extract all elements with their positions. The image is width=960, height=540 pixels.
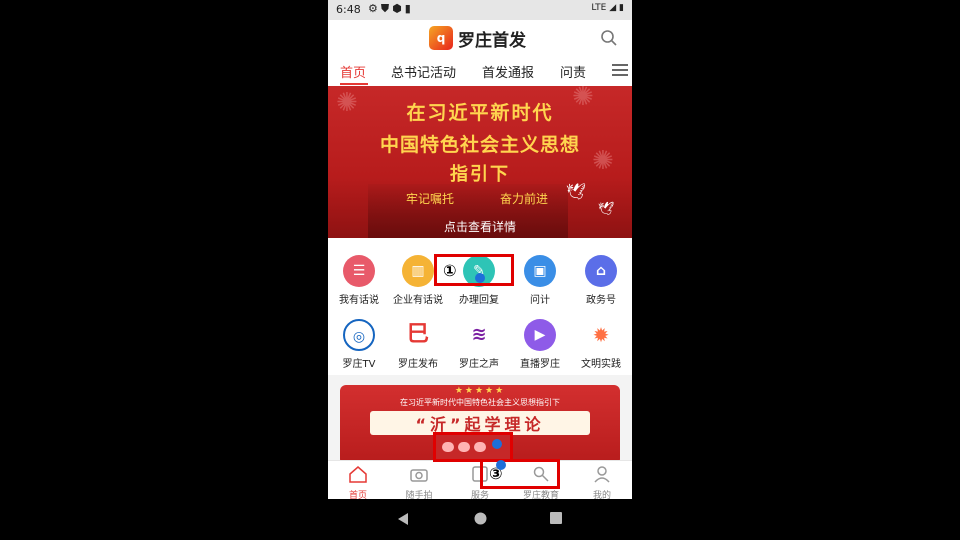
grid-item-government[interactable]: ⌂ 政务号 (571, 255, 631, 306)
grid-item-voice[interactable]: ≋ 罗庄之声 (449, 319, 509, 370)
card-stars: ★★★★★ (454, 386, 506, 396)
app-title: 罗庄首发 (458, 31, 526, 51)
nav-home[interactable]: 首页 (333, 465, 383, 501)
battery-icon: ▮ (619, 3, 624, 13)
tab-first-report[interactable]: 首发通报 (482, 62, 534, 81)
grid-item-civilization[interactable]: ✹ 文明实践 (571, 319, 631, 370)
banner-line-1: 在习近平新时代 (406, 102, 554, 124)
status-notification-icons: ⚙⛊⬢▮ (368, 2, 414, 15)
grid-label: 办理回复 (459, 295, 499, 306)
recents-icon[interactable] (550, 512, 562, 524)
grid-label: 罗庄发布 (398, 359, 438, 370)
tv-logo-icon: ◎ (343, 319, 375, 351)
home-icon (349, 466, 367, 483)
tab-home[interactable]: 首页 (340, 62, 366, 81)
dove-icon: 🕊 (566, 182, 587, 201)
grid-label: 文明实践 (581, 359, 621, 370)
banner-line-3: 指引下 (450, 164, 510, 185)
nav-snapshot[interactable]: 随手拍 (394, 465, 444, 501)
grid-item-live[interactable]: ▶ 直播罗庄 (510, 319, 570, 370)
grid-item-speak[interactable]: ☰ 我有话说 (329, 255, 389, 306)
card-title: 在习近平新时代中国特色社会主义思想指引下 (400, 398, 560, 407)
grid-label: 罗庄之声 (459, 359, 499, 370)
grid-label: 直播罗庄 (520, 359, 560, 370)
signal-icon: ◢ (609, 3, 617, 13)
nav-me[interactable]: 我的 (577, 465, 627, 501)
system-nav-bar (328, 499, 632, 540)
building-icon: ▥ (402, 255, 434, 287)
slogan-left: 牢记嘱托 (406, 192, 455, 206)
back-icon[interactable] (397, 512, 409, 526)
dove-icon: 🕊 (598, 202, 615, 217)
chat-icon: ☰ (343, 255, 375, 287)
tab-secretary-activity[interactable]: 总书记活动 (391, 62, 456, 81)
annotation-box-1: ① (434, 254, 514, 286)
live-icon: ▶ (524, 319, 556, 351)
user-icon (594, 466, 610, 483)
status-bar: 6:48 ⚙⛊⬢▮ LTE ◢ ▮ (328, 0, 632, 20)
tab-accountability[interactable]: 问责 (560, 62, 586, 81)
status-time: 6:48 (336, 3, 361, 16)
grid-label: 政务号 (586, 295, 616, 306)
grid-item-publish[interactable]: 巳 罗庄发布 (388, 319, 448, 370)
home-button-icon[interactable] (474, 512, 487, 525)
voice-logo-icon: ≋ (463, 319, 495, 351)
network-label: LTE (591, 3, 607, 13)
touch-indicator-dot (496, 460, 506, 470)
grid-label: 罗庄TV (342, 359, 376, 370)
publish-logo-icon: 巳 (402, 319, 434, 351)
annotation-box-3: ③ (480, 459, 560, 489)
tab-bar: 首页 总书记活动 首发通报 问责 (328, 56, 632, 86)
search-icon[interactable] (600, 29, 618, 47)
slogan-right: 奋力前进 (500, 192, 549, 206)
grid-label: 企业有话说 (393, 295, 443, 306)
question-icon: ▣ (524, 255, 556, 287)
tab-active-indicator (340, 83, 368, 85)
civilization-logo-icon: ✹ (585, 319, 617, 351)
app-header: q 罗庄首发 (328, 20, 632, 56)
camera-icon (410, 469, 428, 482)
touch-indicator-dot (492, 439, 502, 449)
touch-indicator-dot (475, 273, 485, 283)
government-icon: ⌂ (585, 255, 617, 287)
grid-item-advice[interactable]: ▣ 问计 (510, 255, 570, 306)
grid-item-tv[interactable]: ◎ 罗庄TV (329, 319, 389, 370)
hero-banner[interactable]: ✺ ✺ ✺ 在习近平新时代 中国特色社会主义思想 指引下 牢记嘱托 奋力前进 🕊… (328, 86, 632, 238)
banner-detail-link[interactable]: 点击查看详情 (328, 218, 632, 235)
tab-menu-icon[interactable] (612, 64, 628, 76)
annotation-label-1: ① (443, 261, 457, 280)
app-logo: q (429, 26, 453, 50)
grid-label: 问计 (530, 295, 550, 306)
grid-label: 我有话说 (339, 295, 379, 306)
status-right: LTE ◢ ▮ (591, 3, 624, 13)
banner-line-2: 中国特色社会主义思想 (379, 134, 580, 156)
